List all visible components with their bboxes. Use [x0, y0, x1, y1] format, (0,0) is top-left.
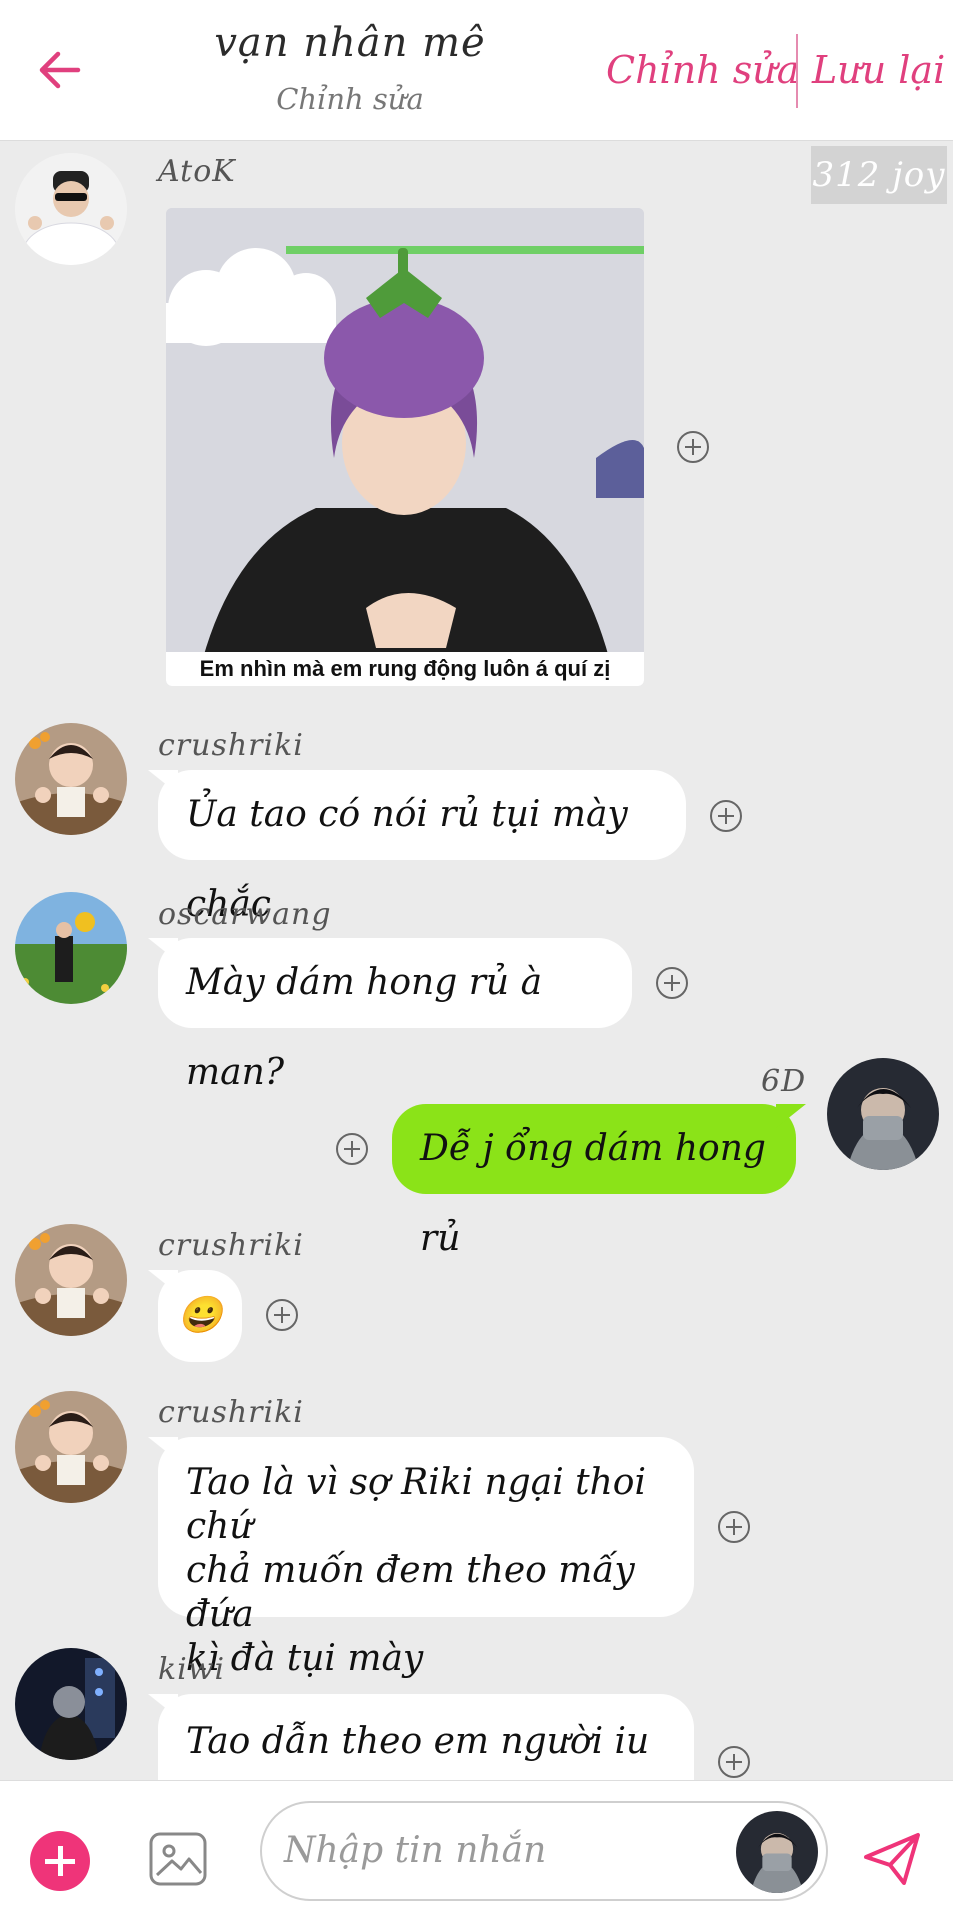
- sender-name: oscarwang: [158, 897, 332, 932]
- my-message-bubble: Dễ j ổng dám hong rủ: [392, 1104, 796, 1259]
- message-input-placeholder: Nhập tin nhắn: [284, 1830, 547, 1871]
- sender-name: crushriki: [158, 1395, 304, 1430]
- sender-name: kiwi: [158, 1652, 226, 1687]
- chat-title: vạn nhân mê: [214, 20, 486, 66]
- sender-name: AtoK: [158, 154, 236, 189]
- sender-name: crushriki: [158, 728, 304, 763]
- message-bubble: Mày dám hong rủ à man?: [158, 938, 632, 1093]
- avatar-6d[interactable]: [827, 1058, 939, 1170]
- message-input[interactable]: Nhập tin nhắn: [260, 1801, 828, 1901]
- avatar-image: [15, 892, 127, 1004]
- chat-header: vạn nhân mê Chỉnh sửa Chỉnh sửa Lưu lại: [0, 0, 953, 141]
- add-reaction-button[interactable]: [718, 1746, 750, 1778]
- save-button[interactable]: Lưu lại: [812, 48, 945, 92]
- avatar-image: [15, 153, 127, 265]
- add-reaction-button[interactable]: [656, 967, 688, 999]
- add-reaction-button[interactable]: [336, 1133, 368, 1165]
- chat-subtitle: Chỉnh sửa: [276, 82, 424, 116]
- message-image[interactable]: Em nhìn mà em rung động luôn á quí zị: [166, 208, 644, 686]
- send-icon: [864, 1833, 920, 1885]
- back-button[interactable]: [30, 40, 90, 100]
- add-reaction-button[interactable]: [677, 431, 709, 463]
- avatar-crushriki[interactable]: [15, 1391, 127, 1503]
- sender-name: crushriki: [158, 1228, 304, 1263]
- message-text-line: Tao dẫn theo em người iu: [186, 1721, 650, 1762]
- message-text-line: chả muốn đem theo mấy đứa: [186, 1550, 635, 1635]
- message-bubble: Tao dẫn theo em người iu: [158, 1694, 694, 1780]
- eggplant-hat-photo: [166, 208, 644, 686]
- avatar-crushriki[interactable]: [15, 1224, 127, 1336]
- message-text-line: Tao là vì sợ Riki ngại thoi chứ: [186, 1462, 646, 1547]
- composer-bar: Nhập tin nhắn: [0, 1780, 953, 1921]
- arrow-left-icon: [39, 51, 81, 89]
- avatar-crushriki[interactable]: [15, 723, 127, 835]
- avatar-image: [15, 1391, 127, 1503]
- identity-avatar[interactable]: [736, 1811, 818, 1893]
- avatar-image: [827, 1058, 939, 1170]
- add-reaction-button[interactable]: [718, 1511, 750, 1543]
- message-bubble: 😀: [158, 1270, 242, 1362]
- message-bubble: Ủa tao có nói rủ tụi mày chắc: [158, 770, 686, 925]
- avatar-image: [15, 1224, 127, 1336]
- message-text-line: kì đà tụi mày: [186, 1638, 424, 1679]
- image-button[interactable]: [148, 1829, 208, 1889]
- avatar-image: [736, 1811, 818, 1893]
- clipped-message-area: Tao dẫn theo em người iu: [0, 1690, 953, 1780]
- image-icon: [149, 1832, 207, 1886]
- avatar-oscarwang[interactable]: [15, 892, 127, 1004]
- sender-name: 6D: [761, 1064, 807, 1099]
- watermark: 312 joy: [811, 146, 947, 204]
- add-reaction-button[interactable]: [266, 1299, 298, 1331]
- message-text: Dễ j ổng dám hong rủ: [420, 1128, 766, 1259]
- send-button[interactable]: [862, 1829, 922, 1889]
- image-caption: Em nhìn mà em rung động luôn á quí zị: [166, 652, 644, 686]
- grinning-face-emoji: 😀: [177, 1295, 223, 1336]
- message-text: Mày dám hong rủ à man?: [186, 962, 543, 1093]
- message-bubble: Tao là vì sợ Riki ngại thoi chứ chả muốn…: [158, 1437, 694, 1679]
- avatar-atok[interactable]: [15, 153, 127, 265]
- add-reaction-button[interactable]: [710, 800, 742, 832]
- avatar-image: [15, 723, 127, 835]
- add-button[interactable]: [30, 1831, 90, 1891]
- header-divider: [796, 34, 798, 108]
- edit-button[interactable]: Chỉnh sửa: [606, 48, 799, 92]
